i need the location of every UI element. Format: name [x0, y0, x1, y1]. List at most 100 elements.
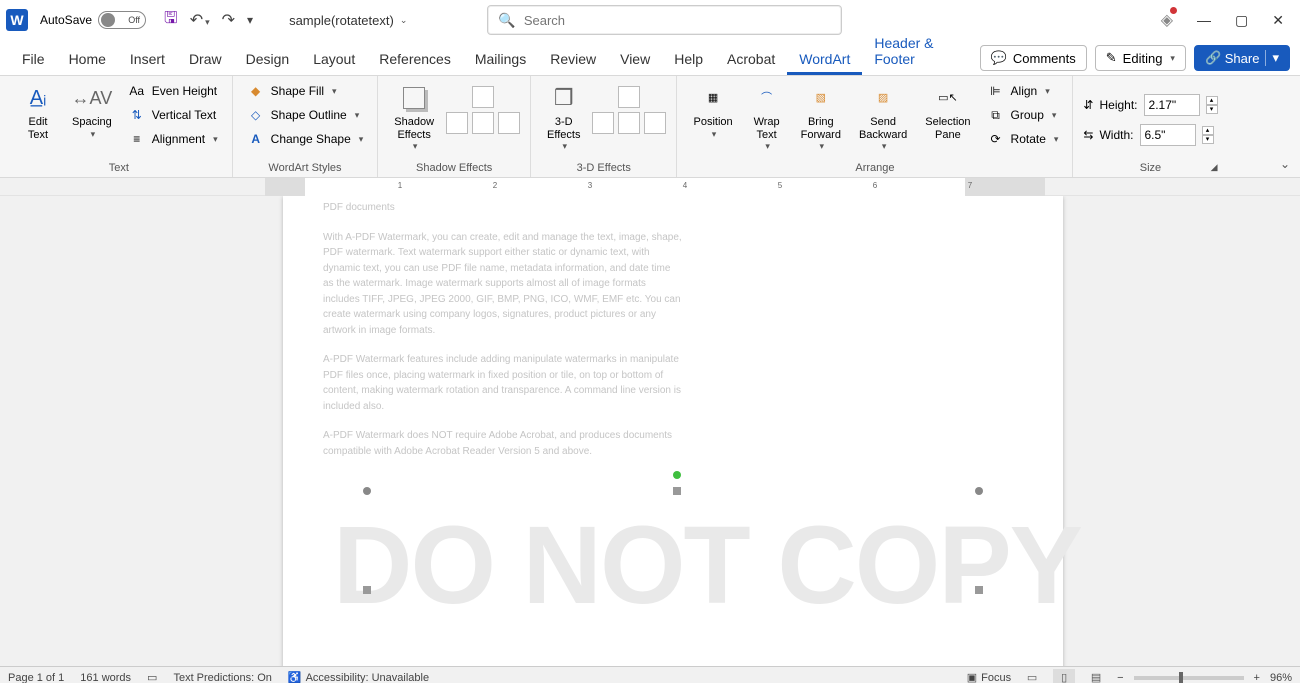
tab-design[interactable]: Design [234, 45, 302, 75]
width-label: Width: [1099, 128, 1133, 142]
height-icon: ⇵ [1083, 98, 1093, 112]
save-icon[interactable]: 🖫 [164, 7, 178, 34]
position-button[interactable]: ▦Position▾ [687, 80, 738, 141]
editing-mode-button[interactable]: ✎ Editing ▾ [1095, 45, 1186, 71]
align-button[interactable]: ⊫Align▾ [983, 80, 1063, 102]
shadow-nudge-right[interactable] [498, 112, 520, 134]
tab-insert[interactable]: Insert [118, 45, 177, 75]
handle-top-left[interactable] [363, 487, 371, 495]
tilt-right[interactable] [644, 112, 666, 134]
shadow-effects-button[interactable]: Shadow Effects▾ [388, 80, 440, 154]
status-accessibility[interactable]: ♿ Accessibility: Unavailable [288, 671, 429, 683]
wrap-text-button[interactable]: ⌒Wrap Text▾ [745, 80, 789, 154]
tab-file[interactable]: File [10, 45, 57, 75]
zoom-level[interactable]: 96% [1270, 672, 1292, 683]
height-up[interactable]: ▴ [1206, 96, 1218, 105]
rotate-button[interactable]: ⟳Rotate▾ [983, 128, 1063, 150]
tab-references[interactable]: References [367, 45, 463, 75]
tab-home[interactable]: Home [57, 45, 118, 75]
status-words[interactable]: 161 words [80, 672, 131, 683]
shape-fill-icon: ◆ [247, 82, 265, 100]
width-input[interactable] [1140, 124, 1196, 146]
3d-effects-button[interactable]: ❒ 3-D Effects▾ [541, 80, 586, 154]
shadow-nudge-up[interactable] [472, 86, 494, 108]
handle-mid-left[interactable] [363, 586, 371, 594]
align-label: Align [1011, 84, 1038, 98]
document-canvas[interactable]: PDF documents With A-PDF Watermark, you … [18, 196, 1284, 666]
even-height-button[interactable]: AaEven Height [124, 80, 222, 102]
wordart-object[interactable]: DO NOT COPY [323, 471, 943, 666]
spacing-button[interactable]: ↔AV Spacing ▾ [66, 80, 118, 141]
width-down[interactable]: ▾ [1202, 135, 1214, 144]
tab-draw[interactable]: Draw [177, 45, 234, 75]
vertical-text-button[interactable]: ⇅Vertical Text [124, 104, 222, 126]
tab-layout[interactable]: Layout [301, 45, 367, 75]
search-input[interactable] [524, 13, 832, 28]
view-read-mode[interactable]: ▭ [1021, 669, 1043, 683]
tilt-up[interactable] [618, 86, 640, 108]
wrap-text-icon: ⌒ [751, 82, 783, 114]
premium-icon[interactable]: ◈ [1161, 10, 1173, 30]
bring-forward-icon: ▧ [805, 82, 837, 114]
close-button[interactable]: ✕ [1272, 12, 1284, 29]
tab-header-footer[interactable]: Header & Footer [862, 29, 979, 75]
zoom-out-button[interactable]: − [1117, 672, 1123, 683]
tab-wordart[interactable]: WordArt [787, 45, 862, 75]
alignment-button[interactable]: ≡Alignment▾ [124, 128, 222, 150]
shape-fill-button[interactable]: ◆Shape Fill▾ [243, 80, 368, 102]
tab-acrobat[interactable]: Acrobat [715, 45, 787, 75]
change-shape-button[interactable]: AChange Shape▾ [243, 128, 368, 150]
handle-top-right[interactable] [975, 487, 983, 495]
shadow-toggle[interactable] [472, 112, 494, 134]
ruler-horizontal[interactable]: 1 2 3 4 5 6 7 [0, 178, 1300, 196]
ruler-vertical[interactable] [0, 196, 18, 666]
view-print-layout[interactable]: ▯ [1053, 669, 1075, 683]
redo-icon[interactable]: ↷ [222, 10, 235, 30]
comments-button[interactable]: 💬 Comments [980, 45, 1087, 71]
zoom-in-button[interactable]: + [1254, 672, 1260, 683]
bring-forward-button[interactable]: ▧Bring Forward▾ [795, 80, 847, 154]
alignment-label: Alignment [152, 132, 205, 146]
selection-pane-button[interactable]: ▭↖Selection Pane [919, 80, 976, 143]
handle-mid-right[interactable] [975, 586, 983, 594]
app-icon: W [6, 9, 28, 31]
tab-review[interactable]: Review [538, 45, 608, 75]
edit-text-button[interactable]: A̲ᵢ Edit Text [16, 80, 60, 143]
height-down[interactable]: ▾ [1206, 105, 1218, 114]
share-button[interactable]: 🔗 Share ▾ [1194, 45, 1290, 71]
chevron-down-icon[interactable]: ▾ [1265, 50, 1279, 66]
height-input[interactable] [1144, 94, 1200, 116]
qat-customize-icon[interactable]: ▾ [247, 13, 253, 27]
size-dialog-launcher[interactable]: ◢ [1211, 162, 1218, 173]
group-button[interactable]: ⧉Group▾ [983, 104, 1063, 126]
shadow-nudge-left[interactable] [446, 112, 468, 134]
tilt-toggle[interactable] [618, 112, 640, 134]
tilt-left[interactable] [592, 112, 614, 134]
editing-label: Editing [1123, 51, 1163, 66]
workspace: PDF documents With A-PDF Watermark, you … [0, 196, 1300, 666]
tab-mailings[interactable]: Mailings [463, 45, 538, 75]
focus-mode-button[interactable]: ▣Focus [967, 671, 1011, 683]
status-predictions[interactable]: Text Predictions: On [173, 672, 271, 683]
tab-help[interactable]: Help [662, 45, 715, 75]
ribbon-collapse-icon[interactable]: ⌄ [1280, 157, 1290, 171]
autosave-toggle[interactable]: Off [98, 11, 146, 29]
accessibility-label: Accessibility: Unavailable [306, 672, 430, 683]
search-box[interactable]: 🔍 [487, 5, 842, 35]
handle-top-mid[interactable] [673, 487, 681, 495]
scrollbar-vertical[interactable] [1284, 196, 1300, 666]
zoom-slider[interactable] [1134, 676, 1244, 680]
width-up[interactable]: ▴ [1202, 126, 1214, 135]
status-proofing-icon[interactable]: ▭ [147, 671, 157, 683]
vertical-text-label: Vertical Text [152, 108, 216, 122]
shape-outline-button[interactable]: ◇Shape Outline▾ [243, 104, 368, 126]
status-page[interactable]: Page 1 of 1 [8, 672, 64, 683]
minimize-button[interactable]: — [1197, 12, 1211, 28]
maximize-button[interactable]: ▢ [1235, 12, 1248, 29]
document-title[interactable]: sample(rotatetext) ⌄ [289, 13, 407, 28]
rotate-handle[interactable] [673, 471, 681, 479]
tab-view[interactable]: View [608, 45, 662, 75]
undo-icon[interactable]: ↶▾ [190, 10, 210, 30]
send-backward-button[interactable]: ▨Send Backward▾ [853, 80, 913, 154]
view-web-layout[interactable]: ▤ [1085, 669, 1107, 683]
